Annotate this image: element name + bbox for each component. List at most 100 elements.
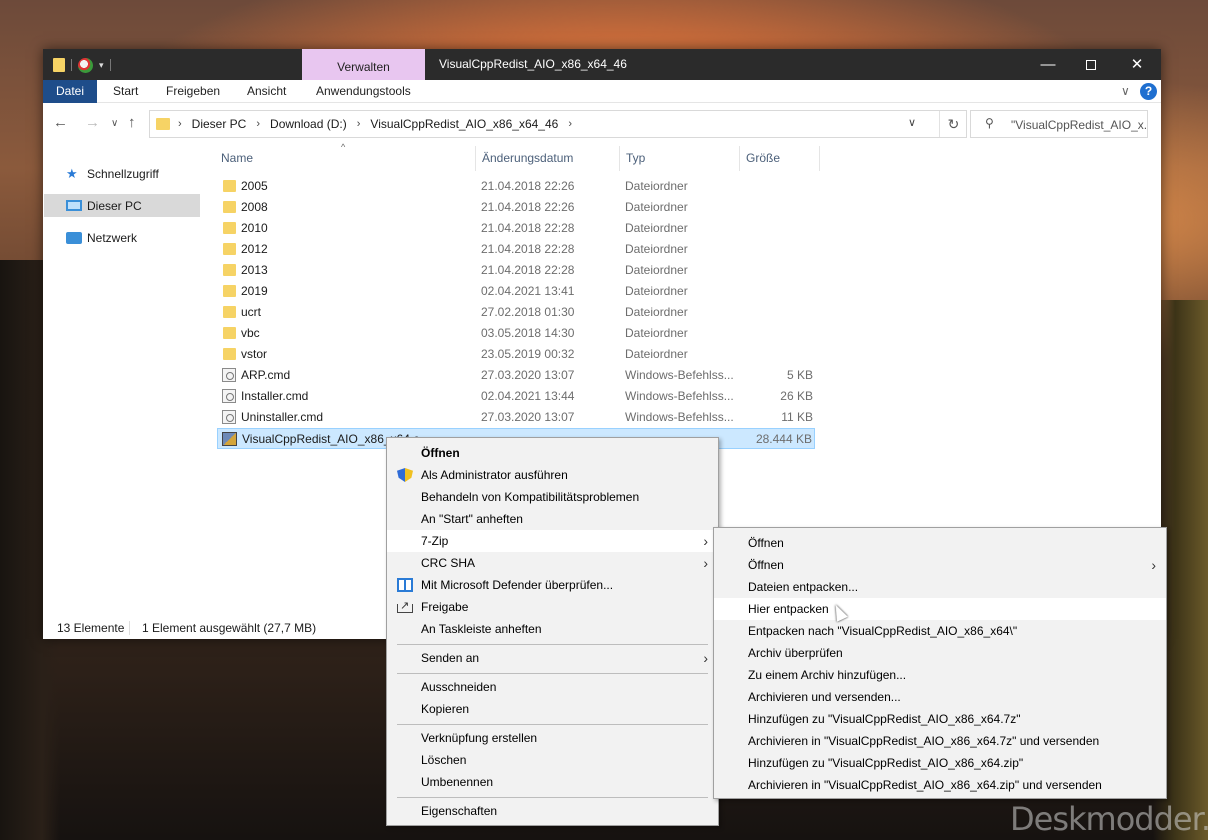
tab-datei[interactable]: Datei — [43, 80, 97, 103]
watermark: Deskmodder.de — [1010, 800, 1208, 838]
search-input[interactable]: ⚲ "VisualCppRedist_AIO_x... — [970, 110, 1148, 138]
file-row[interactable]: ucrt 27.02.2018 01:30 Dateiordner — [217, 302, 815, 323]
column-divider[interactable] — [819, 146, 820, 171]
menu-item-send-to[interactable]: Senden an › — [387, 647, 718, 669]
folder-icon — [156, 118, 170, 130]
submenu-item-test-archive[interactable]: Archiv überprüfen — [714, 642, 1166, 664]
submenu-item-open-as[interactable]: Öffnen › — [714, 554, 1166, 576]
menu-item-label: Senden an — [421, 651, 480, 665]
submenu-item-compress-7z-email[interactable]: Archivieren in "VisualCppRedist_AIO_x86_… — [714, 730, 1166, 752]
file-type: Windows-Befehlss... — [625, 389, 734, 403]
menu-item-7zip[interactable]: 7-Zip › — [387, 530, 718, 552]
address-dropdown-icon[interactable]: ∨ — [908, 116, 916, 129]
address-bar[interactable]: › Dieser PC › Download (D:) › VisualCppR… — [149, 110, 967, 138]
chevron-right-icon[interactable]: › — [357, 118, 361, 130]
submenu-item-extract-here[interactable]: Hier entpacken — [714, 598, 1166, 620]
tab-start[interactable]: Start — [113, 80, 138, 103]
file-row[interactable]: 2010 21.04.2018 22:28 Dateiordner — [217, 218, 815, 239]
minimize-button[interactable]: — — [1025, 49, 1071, 80]
menu-separator — [397, 673, 708, 674]
maximize-button[interactable] — [1068, 49, 1114, 80]
crumb-download-d[interactable]: Download (D:) — [270, 117, 347, 131]
menu-item-crc-sha[interactable]: CRC SHA › — [387, 552, 718, 574]
menu-item-create-shortcut[interactable]: Verknüpfung erstellen — [387, 727, 718, 749]
column-divider[interactable] — [739, 146, 740, 171]
submenu-item-compress-zip-email[interactable]: Archivieren in "VisualCppRedist_AIO_x86_… — [714, 774, 1166, 796]
menu-item-run-as-admin[interactable]: Als Administrator ausführen — [387, 464, 718, 486]
menu-item-properties[interactable]: Eigenschaften — [387, 800, 718, 822]
properties-icon[interactable] — [78, 57, 93, 73]
file-row[interactable]: Uninstaller.cmd 27.03.2020 13:07 Windows-B… — [217, 407, 815, 428]
column-header-name[interactable]: Name — [221, 151, 253, 165]
submenu-item-extract-to[interactable]: Entpacken nach "VisualCppRedist_AIO_x86_… — [714, 620, 1166, 642]
file-name: ucrt — [241, 305, 262, 319]
file-row[interactable]: 2005 21.04.2018 22:26 Dateiordner — [217, 176, 815, 197]
uac-shield-icon — [397, 468, 413, 482]
file-date: 27.03.2020 13:07 — [481, 368, 575, 382]
menu-item-cut[interactable]: Ausschneiden — [387, 676, 718, 698]
menu-item-share[interactable]: Freigabe — [387, 595, 718, 618]
recent-locations-button[interactable]: ∨ — [111, 118, 118, 129]
file-row[interactable]: 2008 21.04.2018 22:26 Dateiordner — [217, 197, 815, 218]
help-icon[interactable]: ? — [1140, 83, 1157, 100]
file-name: Uninstaller.cmd — [241, 410, 324, 424]
sidebar-item-netzwerk[interactable]: Netzwerk — [44, 226, 200, 249]
chevron-right-icon[interactable]: › — [178, 118, 182, 130]
sidebar-item-dieser-pc[interactable]: Dieser PC — [44, 194, 200, 217]
chevron-right-icon[interactable]: › — [568, 118, 572, 130]
file-row[interactable]: vstor 23.05.2019 00:32 Dateiordner — [217, 344, 815, 365]
submenu-item-open[interactable]: Öffnen — [714, 532, 1166, 554]
refresh-button[interactable]: ↻ — [939, 111, 967, 137]
crumb-dieser-pc[interactable]: Dieser PC — [192, 117, 247, 131]
column-header-type[interactable]: Typ — [626, 151, 645, 165]
file-row[interactable]: vbc 03.05.2018 14:30 Dateiordner — [217, 323, 815, 344]
submenu-item-extract-files[interactable]: Dateien entpacken... — [714, 576, 1166, 598]
file-row[interactable]: 2012 21.04.2018 22:28 Dateiordner — [217, 239, 815, 260]
back-button[interactable]: ← — [53, 114, 68, 131]
menu-item-rename[interactable]: Umbenennen — [387, 771, 718, 793]
folder-icon — [223, 243, 236, 255]
file-date: 23.05.2019 00:32 — [481, 347, 575, 361]
column-header-date[interactable]: Änderungsdatum — [482, 151, 573, 165]
menu-item-oeffnen[interactable]: Öffnen — [387, 442, 718, 464]
menu-item-compatibility[interactable]: Behandeln von Kompatibilitätsproblemen — [387, 486, 718, 508]
sidebar-item-schnellzugriff[interactable]: ★ Schnellzugriff — [44, 162, 200, 185]
forward-button[interactable]: → — [85, 114, 100, 131]
submenu-item-compress-email[interactable]: Archivieren und versenden... — [714, 686, 1166, 708]
menu-item-delete[interactable]: Löschen — [387, 749, 718, 771]
expand-ribbon-icon[interactable]: ∨ — [1121, 84, 1130, 98]
tab-ansicht[interactable]: Ansicht — [247, 80, 286, 103]
column-divider[interactable] — [475, 146, 476, 171]
tab-anwendungstools[interactable]: Anwendungstools — [316, 80, 411, 103]
file-type: Dateiordner — [625, 221, 688, 235]
submenu-item-add-to-archive[interactable]: Zu einem Archiv hinzufügen... — [714, 664, 1166, 686]
file-date: 03.05.2018 14:30 — [481, 326, 575, 340]
close-button[interactable]: ✕ — [1114, 49, 1160, 80]
submenu-item-add-zip[interactable]: Hinzufügen zu "VisualCppRedist_AIO_x86_x… — [714, 752, 1166, 774]
customize-dropdown-icon[interactable]: ▾ — [99, 60, 104, 71]
tab-freigeben[interactable]: Freigeben — [166, 80, 220, 103]
context-menu: Öffnen Als Administrator ausführen Behan… — [386, 437, 719, 826]
cmd-file-icon — [222, 410, 236, 424]
file-row[interactable]: 2013 21.04.2018 22:28 Dateiordner — [217, 260, 815, 281]
menu-item-label: Mit Microsoft Defender überprüfen... — [421, 578, 614, 592]
menu-item-copy[interactable]: Kopieren — [387, 698, 718, 720]
file-row[interactable]: ARP.cmd 27.03.2020 13:07 Windows-Befehlss.… — [217, 365, 815, 386]
file-type: Dateiordner — [625, 305, 688, 319]
submenu-item-add-7z[interactable]: Hinzufügen zu "VisualCppRedist_AIO_x86_x… — [714, 708, 1166, 730]
menu-item-pin-start[interactable]: An "Start" anheften — [387, 508, 718, 530]
file-row[interactable]: 2019 02.04.2021 13:41 Dateiordner — [217, 281, 815, 302]
file-name: ARP.cmd — [241, 368, 291, 382]
chevron-right-icon[interactable]: › — [256, 118, 260, 130]
column-divider[interactable] — [619, 146, 620, 171]
context-tab-verwalten[interactable]: Verwalten — [302, 49, 425, 80]
up-button[interactable]: ↑ — [128, 114, 136, 131]
column-header-size[interactable]: Größe — [746, 151, 780, 165]
menu-item-pin-taskbar[interactable]: An Taskleiste anheften — [387, 618, 718, 640]
file-row[interactable]: Installer.cmd 02.04.2021 13:44 Windows-Bef… — [217, 386, 815, 407]
folder-icon[interactable] — [53, 58, 65, 72]
cmd-file-icon — [222, 368, 236, 382]
crumb-current-folder[interactable]: VisualCppRedist_AIO_x86_x64_46 — [370, 117, 558, 131]
menu-item-label: Freigabe — [421, 600, 469, 614]
menu-item-defender-scan[interactable]: Mit Microsoft Defender überprüfen... — [387, 574, 718, 596]
